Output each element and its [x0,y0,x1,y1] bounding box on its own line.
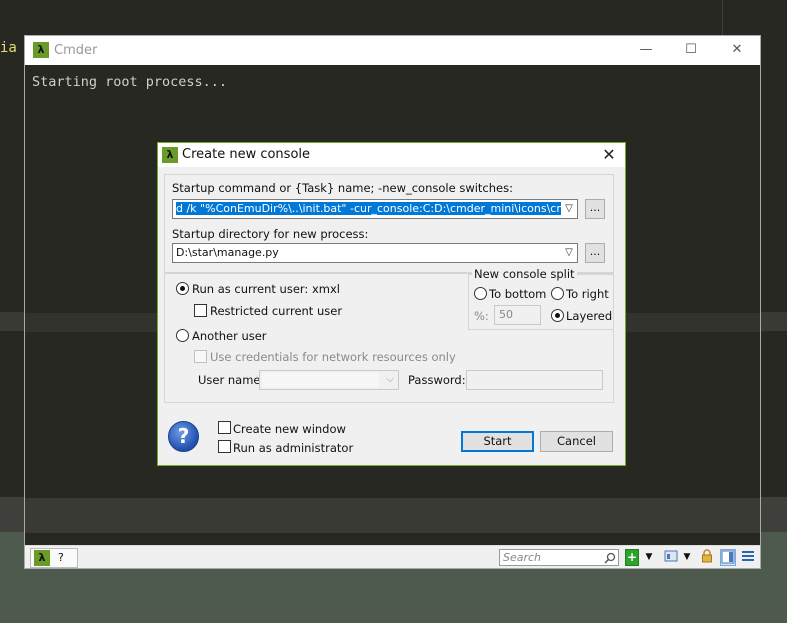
to-bottom-label[interactable]: To bottom [489,287,546,301]
layered-radio[interactable] [551,309,564,322]
maximize-button[interactable]: ☐ [680,40,702,60]
search-placeholder: Search [503,551,542,564]
layered-label[interactable]: Layered [566,309,612,323]
run-as-current-user-label[interactable]: Run as current user: xmxl [192,282,340,296]
cmder-titlebar[interactable]: λ Cmder — ☐ ✕ [25,36,760,65]
background-code-fragment: ia [0,40,17,56]
plus-icon[interactable]: + [625,549,639,566]
minimize-button[interactable]: — [635,40,657,60]
hamburger-icon[interactable] [741,549,755,566]
to-right-radio[interactable] [551,287,564,300]
dialog-title: Create new console [182,147,311,162]
restricted-user-label[interactable]: Restricted current user [210,304,342,318]
dialog-lambda-icon: λ [162,147,178,163]
password-label: Password: [408,373,466,387]
startup-command-label: Startup command or {Task} name; -new_con… [172,181,513,195]
cancel-button[interactable]: Cancel [540,431,613,452]
tab-label: ? [58,551,64,564]
run-as-admin-label[interactable]: Run as administrator [233,441,353,455]
console-output: Starting root process... [32,74,228,90]
to-bottom-radio[interactable] [474,287,487,300]
startup-dir-value: D:\star\manage.py [176,246,279,259]
lock-icon[interactable] [700,549,714,566]
chevron-down-icon[interactable]: ⌵ [382,371,398,389]
run-as-current-user-radio[interactable] [176,282,189,295]
password-field[interactable] [466,370,603,390]
run-as-admin-checkbox[interactable] [218,440,231,453]
chevron-down-icon[interactable]: ▼ [643,549,655,566]
user-name-label: User name: [198,373,265,387]
console-tab[interactable]: λ ? [30,548,78,568]
dialog-close-button[interactable]: ✕ [598,144,620,166]
create-new-window-checkbox[interactable] [218,421,231,434]
user-name-field [262,373,379,387]
browse-dir-button[interactable]: ... [585,243,605,263]
tab-lambda-icon: λ [34,550,50,566]
chevron-down-icon[interactable]: ▽ [561,244,577,262]
console-band [25,498,760,533]
percent-label: %: [474,309,489,323]
panel-toggle-icon[interactable] [720,549,736,566]
background-editor-top [0,0,787,36]
split-view-icon[interactable] [664,549,678,566]
another-user-radio[interactable] [176,329,189,342]
to-right-label[interactable]: To right [566,287,609,301]
start-button[interactable]: Start [461,431,534,452]
split-group-label: New console split [472,267,577,281]
statusbar: λ ? Search + ▼ ▼ [25,545,760,568]
create-console-dialog: λ Create new console ✕ Startup command o… [157,142,626,466]
chevron-down-icon[interactable]: ▽ [561,200,577,218]
cmder-lambda-icon: λ [33,42,49,58]
startup-command-combo[interactable]: d /k "%ConEmuDir%\..\init.bat" -cur_cons… [172,199,578,219]
help-icon[interactable]: ? [168,421,199,452]
view-dropdown-icon[interactable]: ▼ [681,549,693,566]
use-credentials-checkbox[interactable] [194,350,207,363]
startup-dir-combo[interactable]: D:\star\manage.py ▽ [172,243,578,263]
window-title: Cmder [54,43,98,58]
startup-dir-label: Startup directory for new process: [172,227,369,241]
close-button[interactable]: ✕ [726,40,748,60]
startup-command-value: d /k "%ConEmuDir%\..\init.bat" -cur_cons… [176,202,577,215]
restricted-user-checkbox[interactable] [194,304,207,317]
another-user-label[interactable]: Another user [192,329,267,343]
dialog-titlebar[interactable]: λ Create new console ✕ [158,143,625,167]
user-name-combo[interactable]: ⌵ [259,370,399,390]
search-input[interactable]: Search [499,549,619,566]
create-new-window-label[interactable]: Create new window [233,422,346,436]
use-credentials-label: Use credentials for network resources on… [210,350,456,364]
percent-field[interactable]: 50 [494,305,541,325]
search-icon [604,552,616,564]
background-divider [722,0,723,36]
browse-command-button[interactable]: ... [585,199,605,219]
